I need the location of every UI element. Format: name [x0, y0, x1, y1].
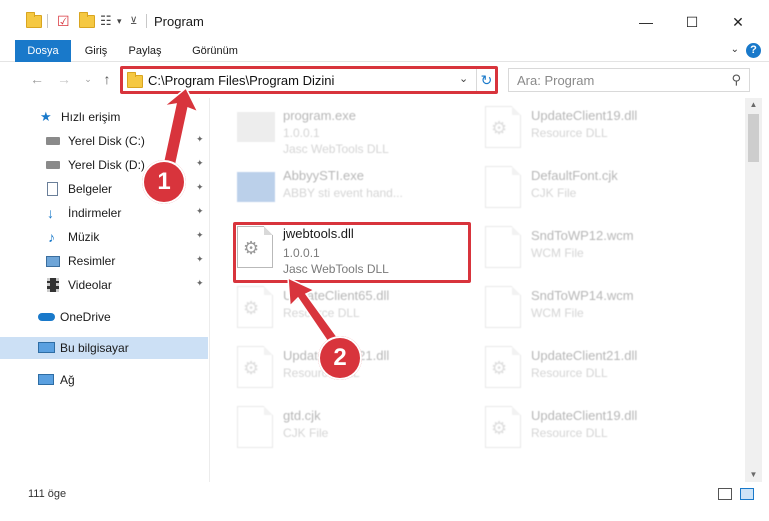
scroll-thumb[interactable]: [748, 114, 759, 162]
properties-icon[interactable]: ☑: [57, 12, 70, 30]
documents-icon: [47, 182, 58, 196]
exe-file-icon: [237, 112, 275, 142]
sidebar-item-music[interactable]: ♪ Müzik ✦: [0, 226, 208, 248]
navigation-pane: ★ Hızlı erişim Yerel Disk (C:) ✦ Yerel D…: [0, 98, 210, 482]
file-icon: [485, 286, 521, 328]
navigation-bar: ← → ⌄ ↑ C:\Program Files\Program Dizini …: [0, 62, 769, 98]
cloud-icon: [38, 313, 55, 321]
gear-icon: ⚙: [491, 118, 508, 138]
title-bar: ☑ ☷ ▾ ⊻ Program — ☐ ✕: [0, 0, 769, 40]
divider: [146, 14, 147, 28]
file-item[interactable]: SndToWP12.wcm WCM File: [459, 218, 699, 276]
back-arrow-icon[interactable]: ←: [28, 70, 46, 88]
file-item[interactable]: program.exe 1.0.0.1 Jasc WebTools DLL: [211, 98, 451, 156]
music-icon: ♪: [48, 229, 55, 245]
folder-icon: [26, 11, 42, 30]
item-count: 111 öge: [28, 488, 67, 500]
new-folder-icon[interactable]: [79, 11, 95, 30]
folder-icon: [127, 72, 143, 88]
window-title: Program: [154, 14, 204, 29]
sidebar-item-videos[interactable]: Videolar ✦: [0, 274, 208, 296]
sidebar-item-quick-access[interactable]: ★ Hızlı erişim: [0, 106, 208, 128]
divider: [47, 14, 48, 28]
star-icon: ★: [40, 109, 52, 124]
pin-icon[interactable]: ✦: [196, 207, 204, 216]
sidebar-item-network[interactable]: Ağ: [0, 369, 208, 391]
download-icon: ↓: [47, 205, 54, 221]
file-item[interactable]: ⚙ UpdateClient65.dll Resource DLL: [211, 278, 451, 336]
pin-icon[interactable]: ✦: [196, 159, 204, 168]
file-icon: [485, 166, 521, 208]
large-icons-view-icon[interactable]: [740, 488, 754, 500]
step-badge-1: 1: [142, 160, 186, 204]
file-item[interactable]: AbbyySTI.exe ABBY sti event hand...: [211, 158, 451, 216]
forward-arrow-icon[interactable]: →: [55, 70, 73, 88]
gear-icon: ⚙: [491, 418, 508, 438]
scroll-up-icon[interactable]: ▲: [745, 98, 762, 112]
gear-icon: ⚙: [243, 298, 260, 318]
recent-locations-icon[interactable]: ⌄: [79, 70, 97, 88]
maximize-button[interactable]: ☐: [669, 8, 715, 36]
minimize-button[interactable]: —: [623, 8, 669, 36]
ribbon: Dosya Giriş Paylaş Görünüm ⌄ ?: [0, 40, 769, 62]
file-item[interactable]: ⚙ UpdateClient19.dll Resource DLL: [459, 98, 699, 156]
gear-icon: ⚙: [243, 358, 260, 378]
file-item[interactable]: gtd.cjk CJK File: [211, 398, 451, 456]
address-bar[interactable]: C:\Program Files\Program Dizini ⌄ ↻: [120, 68, 496, 92]
drive-icon: [46, 137, 60, 145]
file-item[interactable]: SndToWP14.wcm WCM File: [459, 278, 699, 336]
up-arrow-icon[interactable]: ↑: [98, 70, 116, 88]
sidebar-item-downloads[interactable]: ↓ İndirmeler ✦: [0, 202, 208, 224]
sidebar-item-pictures[interactable]: Resimler ✦: [0, 250, 208, 272]
tab-file[interactable]: Dosya: [15, 40, 71, 62]
drive-icon: [46, 161, 60, 169]
sidebar-item-disk-c[interactable]: Yerel Disk (C:) ✦: [0, 130, 208, 152]
gear-icon: ⚙: [491, 358, 508, 378]
search-icon[interactable]: ⚲: [731, 72, 741, 88]
pin-icon[interactable]: ✦: [196, 135, 204, 144]
exe-file-icon: [237, 172, 275, 202]
step-badge-2: 2: [318, 336, 362, 380]
chevron-down-icon[interactable]: ▾: [117, 12, 122, 30]
tab-view[interactable]: Görünüm: [182, 40, 248, 62]
help-icon[interactable]: ?: [746, 43, 761, 58]
file-item[interactable]: ⚙ UpdateClient21.dll Resource DLL: [459, 338, 699, 396]
file-list: program.exe 1.0.0.1 Jasc WebTools DLL Ab…: [211, 98, 745, 482]
pin-icon[interactable]: ✦: [196, 231, 204, 240]
customize-toolbar-icon[interactable]: ⊻: [130, 12, 137, 30]
chevron-down-icon[interactable]: ⌄: [459, 72, 468, 85]
network-icon: [38, 374, 54, 385]
tab-share[interactable]: Paylaş: [122, 40, 168, 62]
video-icon: [47, 278, 59, 292]
address-path[interactable]: C:\Program Files\Program Dizini: [148, 73, 334, 88]
scroll-down-icon[interactable]: ▼: [745, 468, 762, 482]
refresh-icon[interactable]: ↻: [476, 69, 496, 91]
tab-home[interactable]: Giriş: [77, 40, 115, 62]
pin-icon[interactable]: ✦: [196, 279, 204, 288]
pin-icon[interactable]: ✦: [196, 183, 204, 192]
sidebar-item-onedrive[interactable]: OneDrive: [0, 306, 208, 328]
gear-icon: ⚙: [243, 238, 260, 258]
status-bar: 111 öge: [0, 482, 769, 521]
file-item[interactable]: ⚙ UpdateClient19.dll Resource DLL: [459, 398, 699, 456]
file-item[interactable]: DefaultFont.cjk CJK File: [459, 158, 699, 216]
search-placeholder: Ara: Program: [517, 73, 595, 88]
sidebar-item-this-pc[interactable]: Bu bilgisayar: [0, 337, 208, 359]
computer-icon: [38, 342, 55, 353]
file-icon: [485, 226, 521, 268]
file-icon: [237, 406, 273, 448]
pin-icon[interactable]: ✦: [196, 255, 204, 264]
details-view-icon[interactable]: [718, 488, 732, 500]
search-box[interactable]: Ara: Program ⚲: [508, 68, 750, 92]
vertical-scrollbar[interactable]: ▲ ▼: [745, 98, 762, 482]
chevron-down-icon[interactable]: ⌄: [731, 44, 739, 55]
pictures-icon: [46, 256, 60, 267]
close-button[interactable]: ✕: [715, 8, 761, 36]
view-options-icon[interactable]: ☷: [100, 12, 112, 30]
file-item-jwebtools[interactable]: ⚙ jwebtools.dll 1.0.0.1 Jasc WebTools DL…: [211, 218, 451, 276]
